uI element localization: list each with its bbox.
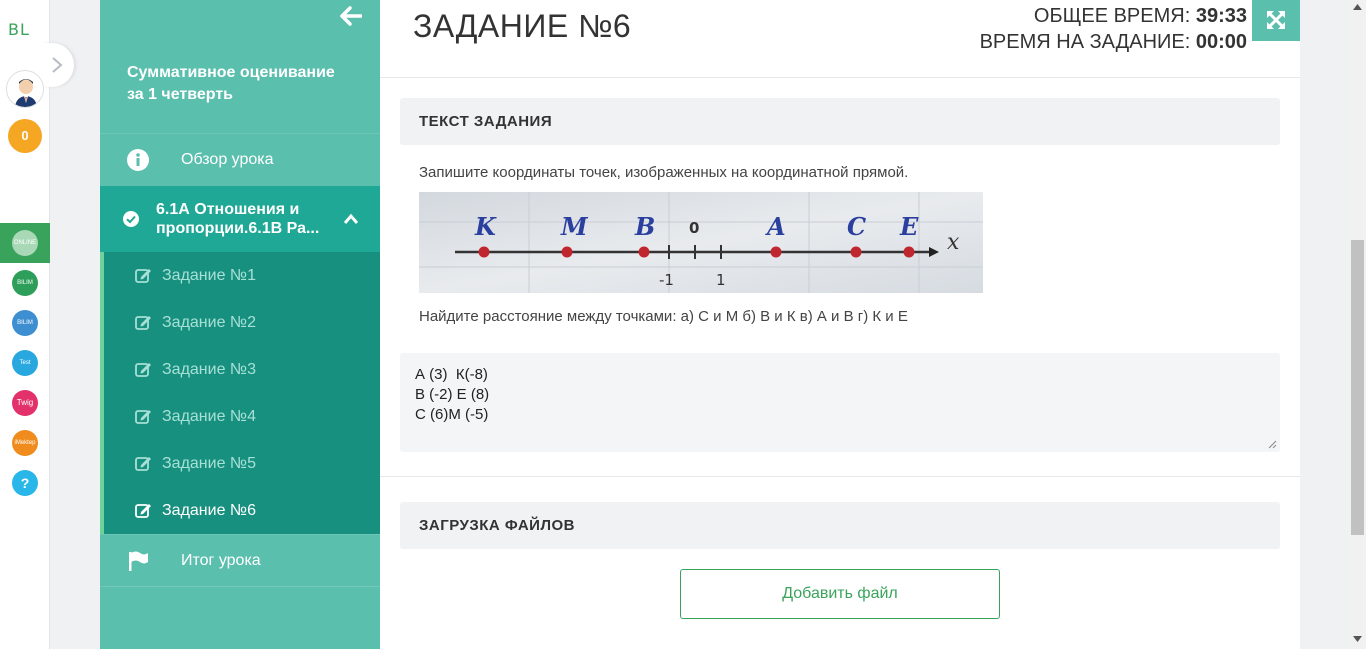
task-item-6[interactable]: Задание №6 <box>104 487 380 534</box>
point-label-c: C <box>847 212 866 241</box>
point-label-b: B <box>634 212 655 241</box>
add-file-button[interactable]: Добавить файл <box>680 569 1000 619</box>
edit-icon <box>135 363 151 377</box>
task-label: Задание №2 <box>162 314 256 331</box>
bilimland-app[interactable]: BILIM Land <box>12 270 38 296</box>
sidebar-item-overview[interactable]: Обзор урока <box>100 133 380 185</box>
task-label: Задание №4 <box>162 408 256 425</box>
number-line-figure: K M B A C E 0 x -1 1 <box>419 192 983 293</box>
coins-badge[interactable]: 0 <box>8 119 42 153</box>
scrollbar-thumb[interactable] <box>1351 240 1364 535</box>
imektep-app[interactable]: iMektep <box>12 430 38 456</box>
fullscreen-button[interactable] <box>1252 0 1300 41</box>
point-label-e: E <box>899 212 919 241</box>
twig-app[interactable]: Twig <box>12 390 38 416</box>
question-text-2: Найдите расстояние между точками: а) С и… <box>419 308 908 325</box>
task-label: Задание №6 <box>162 502 256 519</box>
chevron-right-icon <box>52 57 63 73</box>
sidebar-item-label: Обзор урока <box>181 151 274 168</box>
back-button[interactable] <box>340 6 363 26</box>
number-line-image: K M B A C E 0 x -1 1 <box>419 192 983 293</box>
check-circle-icon <box>123 211 139 227</box>
task-label: Задание №1 <box>162 267 256 284</box>
axis-x-label: x <box>947 230 960 255</box>
arrow-left-icon <box>340 6 363 26</box>
bilimbook-app[interactable]: BILIM Book <box>12 310 38 336</box>
course-title-line2: за 1 четверть <box>127 86 233 103</box>
question-text-1: Запишите координаты точек, изображенных … <box>419 164 909 181</box>
expand-icon <box>1266 10 1286 30</box>
answer-line: С (6)М (-5) <box>415 406 489 423</box>
total-time-value: 39:33 <box>1195 5 1247 27</box>
task-time-value: 00:00 <box>1195 31 1247 53</box>
point-label-k: K <box>474 212 497 241</box>
section-title: ЗАГРУЗКА ФАЙЛОВ <box>419 517 575 534</box>
rail-expand-button[interactable] <box>42 43 74 87</box>
resize-handle-icon[interactable] <box>1268 440 1277 449</box>
header-divider <box>380 77 1300 78</box>
task-label: Задание №5 <box>162 455 256 472</box>
avatar[interactable] <box>6 70 44 108</box>
chevron-up-icon[interactable] <box>343 213 359 225</box>
answer-textarea[interactable]: А (3) К(-8) В (-2) Е (8) С (6)М (-5) <box>400 353 1280 452</box>
task-time-label: ВРЕМЯ НА ЗАДАНИЕ: <box>979 31 1191 53</box>
help-button[interactable]: ? <box>12 470 38 496</box>
section-divider <box>380 476 1300 477</box>
task-content: ЗАДАНИЕ №6 ОБЩЕЕ ВРЕМЯ: 39:33 ВРЕМЯ НА З… <box>380 0 1300 649</box>
task-item-5[interactable]: Задание №5 <box>104 440 380 487</box>
lesson-title-line1: 6.1А Отношения и <box>156 201 300 218</box>
info-icon <box>127 149 149 171</box>
flag-icon <box>129 551 148 571</box>
course-title: Суммативное оценивание за 1 четверть <box>127 62 367 106</box>
task-label: Задание №3 <box>162 361 256 378</box>
task-item-3[interactable]: Задание №3 <box>104 346 380 393</box>
lesson-title-line2: пропорции.6.1В Ра... <box>156 220 320 237</box>
edit-icon <box>135 410 151 424</box>
edit-icon <box>135 457 151 471</box>
online-mektep-icon: ONLINE MEKTEP <box>12 230 38 256</box>
sidebar-item-lesson[interactable]: 6.1А Отношения и пропорции.6.1В Ра... <box>100 186 380 252</box>
total-time-label: ОБЩЕЕ ВРЕМЯ: <box>1033 5 1191 27</box>
tick-label-one: 1 <box>716 271 726 289</box>
timer: ОБЩЕЕ ВРЕМЯ: 39:33 ВРЕМЯ НА ЗАДАНИЕ: 00:… <box>980 3 1247 55</box>
online-mektep-app[interactable]: ONLINE MEKTEP <box>0 223 50 263</box>
bl-logo[interactable]: BL <box>8 20 42 42</box>
point-label-m: M <box>560 212 589 241</box>
task-text-header: ТЕКСТ ЗАДАНИЯ <box>400 98 1280 145</box>
test-app[interactable]: Test <box>12 350 38 376</box>
sidebar-divider <box>100 586 380 587</box>
answer-line: А (3) К(-8) <box>415 366 488 383</box>
course-title-line1: Суммативное оценивание <box>127 64 335 81</box>
task-item-4[interactable]: Задание №4 <box>104 393 380 440</box>
task-item-2[interactable]: Задание №2 <box>104 299 380 346</box>
edit-icon <box>135 504 151 518</box>
scroll-down-icon[interactable] <box>1353 636 1362 642</box>
sidebar-item-label: Итог урока <box>181 552 261 569</box>
task-list: Задание №1 Задание №2 Задание №3 Задание… <box>100 252 380 534</box>
answer-line: В (-2) Е (8) <box>415 386 490 403</box>
tick-label-minus-one: -1 <box>659 271 674 289</box>
scroll-up-icon[interactable] <box>1353 4 1362 10</box>
task-item-1[interactable]: Задание №1 <box>104 252 380 299</box>
avatar-icon <box>15 79 37 107</box>
edit-icon <box>135 316 151 330</box>
edit-icon <box>135 269 151 283</box>
page-scrollbar[interactable] <box>1349 0 1366 649</box>
sidebar-item-summary[interactable]: Итог урока <box>100 534 380 586</box>
upload-header: ЗАГРУЗКА ФАЙЛОВ <box>400 502 1280 549</box>
page-title: ЗАДАНИЕ №6 <box>413 8 632 44</box>
point-label-a: A <box>765 212 786 241</box>
origin-label: 0 <box>689 219 699 237</box>
lesson-sidebar: Суммативное оценивание за 1 четверть Обз… <box>100 0 380 649</box>
section-title: ТЕКСТ ЗАДАНИЯ <box>419 113 553 130</box>
app-rail: BL 0 ONLINE MEKTEP BILIM Land BILIM Book… <box>0 0 74 649</box>
lesson-title: 6.1А Отношения и пропорции.6.1В Ра... <box>156 200 341 238</box>
